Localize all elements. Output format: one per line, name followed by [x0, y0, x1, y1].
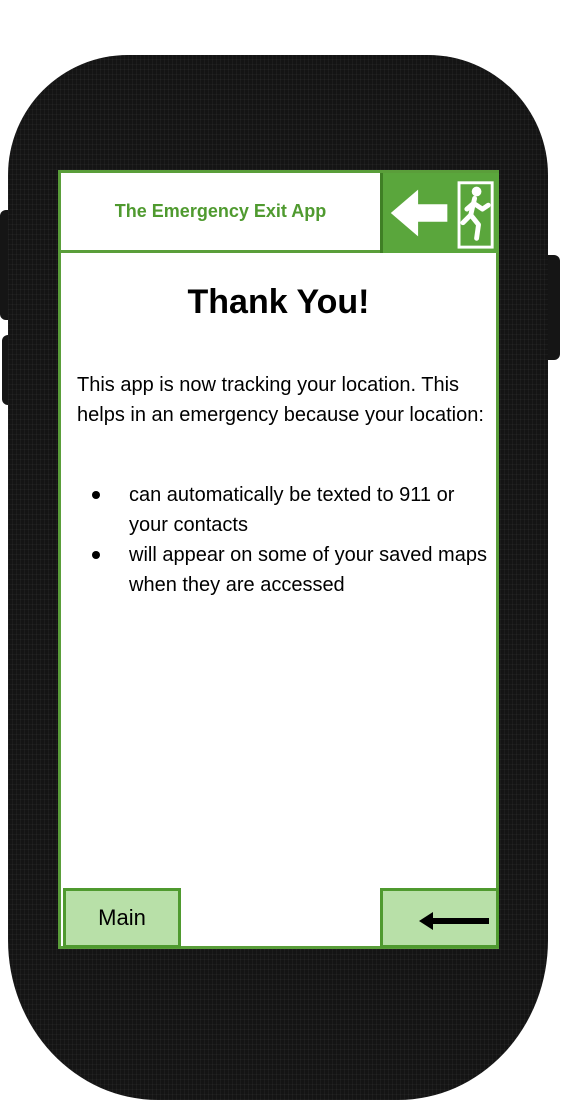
- page-title: Thank You!: [187, 283, 370, 321]
- page: The Emergency Exit App Thank You! This a…: [0, 0, 569, 1112]
- bullet-icon: [92, 551, 100, 559]
- main-button[interactable]: Main: [63, 888, 181, 948]
- emergency-exit-sign-icon: [380, 173, 499, 253]
- list-item: will appear on some of your saved maps w…: [77, 540, 487, 600]
- list-item: can automatically be texted to 911 or yo…: [77, 480, 487, 540]
- info-list: can automatically be texted to 911 or yo…: [77, 480, 487, 600]
- back-button[interactable]: [380, 888, 499, 948]
- phone-screen: The Emergency Exit App Thank You! This a…: [58, 170, 499, 949]
- list-item-text: will appear on some of your saved maps w…: [129, 544, 487, 596]
- app-title: The Emergency Exit App: [61, 173, 380, 253]
- main-button-label: Main: [98, 905, 146, 930]
- list-item-text: can automatically be texted to 911 or yo…: [129, 484, 455, 536]
- intro-text: This app is now tracking your location. …: [77, 374, 484, 426]
- left-arrow-icon: [419, 912, 489, 930]
- bullet-icon: [92, 491, 100, 499]
